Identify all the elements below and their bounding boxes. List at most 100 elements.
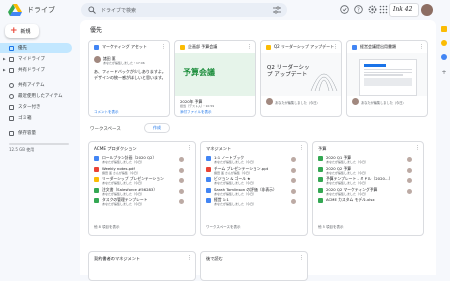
card-meta: あなたが編集しました（今日） <box>361 101 406 105</box>
list-item[interactable]: 2020 Q1 予算 あなたが編集しました（今日） <box>318 155 420 166</box>
keep-icon[interactable] <box>441 40 447 46</box>
list-item[interactable]: Sarah Tomlinson の評価（非表示） あなたが編集しました（今日） <box>206 187 304 198</box>
help-icon[interactable]: ? <box>354 5 363 14</box>
sidebar-item-recent[interactable]: 最近使用したアイテム <box>0 91 78 101</box>
workspace-card[interactable]: 後で読む ⋮ <box>200 251 308 281</box>
avatar <box>352 98 359 105</box>
workspace-title: 予算 <box>318 146 327 151</box>
more-options-icon[interactable]: ⋮ <box>333 44 338 50</box>
list-item[interactable]: ACME カスタム モデル.xlsx <box>318 197 420 208</box>
new-button[interactable]: + 新規 <box>5 24 39 38</box>
plus-icon: + <box>10 25 18 36</box>
view-comments-link[interactable]: コメントを表示 <box>94 110 119 115</box>
more-options-icon[interactable]: ⋮ <box>419 44 424 50</box>
more-options-icon[interactable]: ⋮ <box>299 145 304 151</box>
add-addon-icon[interactable]: + <box>441 70 447 76</box>
show-more-link[interactable]: ワークスペースを表示 <box>206 225 240 230</box>
avatar <box>291 167 296 173</box>
sidebar-item-trash[interactable]: ゴミ箱 <box>0 113 78 123</box>
file-icon <box>94 156 99 161</box>
sidebar-item-label: マイドライブ <box>18 57 45 62</box>
sidebar-item-storage[interactable]: 保存容量 <box>0 128 78 138</box>
more-options-icon[interactable]: ⋮ <box>415 145 420 151</box>
file-meta: あなたが編集しました（今日） <box>214 191 257 196</box>
calendar-icon[interactable] <box>441 26 447 32</box>
priority-card[interactable]: 経営会議提出用書類 ⋮ あなたが編集しました（今日） <box>346 40 428 117</box>
avatar <box>407 167 412 173</box>
more-options-icon[interactable]: ⋮ <box>187 145 192 151</box>
sidebar-item-priority[interactable]: 優先 <box>0 43 72 53</box>
docs-icon <box>206 187 211 193</box>
list-item[interactable]: ビジョン & ゴール ★ あなたが編集しました（今日） <box>206 176 304 187</box>
settings-gear-icon[interactable] <box>368 5 377 14</box>
more-options-icon[interactable]: ⋮ <box>299 255 304 261</box>
search-box[interactable]: ドライブで検索 <box>81 3 287 17</box>
main-content: 優先 マーケティング アセット ⋮ 諸田 薫 あなたが編集しました・17:06 あ… <box>80 20 436 281</box>
docs-icon <box>206 177 211 182</box>
priority-card[interactable]: Q2 リーダーシップ アップデート ⋮ Q2 リーダーシップ アップデート あなた… <box>260 40 342 117</box>
workspace-card[interactable]: 予算 ⋮ 2020 Q1 予算 あなたが編集しました（今日） 2020 Q2 予算… <box>312 141 424 236</box>
powerpoint-icon <box>206 166 211 172</box>
card-meta: 担当（デスト入）・10:59 <box>180 104 215 108</box>
more-options-icon[interactable]: ⋮ <box>247 44 252 50</box>
tasks-icon[interactable] <box>441 54 447 60</box>
list-item[interactable]: 1:1 ノートブック あなたが編集しました（今日） <box>206 155 304 166</box>
sidebar-item-starred[interactable]: スター付き <box>0 102 78 112</box>
workspace-card[interactable]: マネジメント ⋮ 1:1 ノートブック あなたが編集しました（今日） チーム プレ… <box>200 141 308 236</box>
avatar <box>179 188 184 194</box>
expand-caret-icon[interactable]: ▶ <box>3 57 6 61</box>
offline-status-icon[interactable] <box>340 5 349 14</box>
cloud-icon <box>9 130 14 136</box>
view-attachment-link[interactable]: 添付ファイルを表示 <box>180 110 212 115</box>
list-item[interactable]: リーダーシップ プレゼンテーション あなたが編集しました（今日） <box>94 176 192 187</box>
sheets-icon <box>94 187 99 193</box>
workspace-title: ACME プロダクション <box>94 146 137 151</box>
list-item[interactable]: ロールプラン計画（2020 Q2） あなたが編集しました（今日） <box>94 155 192 166</box>
more-options-icon[interactable]: ⋮ <box>187 255 192 261</box>
expand-caret-icon[interactable]: ▶ <box>3 68 6 72</box>
list-item[interactable]: 予算テンプレート - ミドル（2020…） あなたが編集しました（今日） <box>318 176 420 187</box>
sidebar-nav: 優先 ▶ マイドライブ ▶ 共有ドライブ 共有アイテム 最近使用したアイテム スター… <box>0 43 78 139</box>
avatar <box>179 178 184 183</box>
sidebar-item-label: スター付き <box>18 105 41 110</box>
search-options-icon[interactable] <box>273 6 281 14</box>
workspaces-heading: ワークスペース <box>90 127 121 132</box>
list-item[interactable]: 2020 Q2 予算 あなたが編集しました（今日） <box>318 166 420 177</box>
docs-icon <box>206 198 211 203</box>
card-header: Q2 リーダーシップ アップデート ⋮ <box>261 41 341 53</box>
account-avatar[interactable] <box>421 4 433 16</box>
workspace-card[interactable]: 契約書者のマネジメント ⋮ <box>88 251 196 281</box>
avatar <box>291 188 296 194</box>
slides-icon <box>266 44 271 50</box>
priority-card[interactable]: マーケティング アセット ⋮ 諸田 薫 あなたが編集しました・17:06 あ、フィ… <box>88 40 170 117</box>
file-meta: あなたが編集しました（今日） <box>102 191 145 196</box>
list-item[interactable]: 注文書（Salesforce #56283） あなたが編集しました（今日） <box>94 187 192 198</box>
list-item[interactable]: 2020 Q2 マーケティング予算 あなたが編集しました（今日） <box>318 187 420 198</box>
document-page <box>359 59 417 96</box>
list-item[interactable]: タスクの管理テンプレート あなたが編集しました（今日） <box>94 197 192 208</box>
file-name: ACME カスタム モデル.xlsx <box>326 197 375 202</box>
search-input[interactable]: ドライブで検索 <box>101 7 136 14</box>
list-item[interactable]: 経営 1:1 あなたが編集しました（今日） <box>206 197 304 208</box>
file-preview: 予算会議 <box>175 53 255 96</box>
people-icon <box>9 82 14 88</box>
new-button-label: 新規 <box>20 28 31 35</box>
file-meta: あなたが編集しました（今日） <box>326 160 369 164</box>
section-heading-priority: 優先 <box>90 27 103 34</box>
create-workspace-button[interactable]: 作成 <box>144 123 170 133</box>
priority-card[interactable]: 企画部 予算会議 ⋮ 予算会議 2020年 予算 担当（デスト入）・10:59 添… <box>174 40 256 117</box>
search-icon[interactable] <box>88 6 96 14</box>
sidebar-item-my-drive[interactable]: ▶ マイドライブ <box>0 54 78 64</box>
show-more-link[interactable]: 他 5 項目を表示 <box>318 225 343 230</box>
apps-grid-icon[interactable] <box>379 5 388 14</box>
organization-logo[interactable]: Ink 42 <box>389 3 419 17</box>
show-more-link[interactable]: 他 8 項目を表示 <box>94 225 119 230</box>
workspace-card[interactable]: ACME プロダクション ⋮ ロールプラン計画（2020 Q2） あなたが編集しま… <box>88 141 196 236</box>
more-options-icon[interactable]: ⋮ <box>161 44 166 50</box>
sidebar-item-shared-with-me[interactable]: 共有アイテム <box>0 80 78 90</box>
list-item[interactable]: Weekly notes.pdf 諸田 薫 さんが編集（今日） <box>94 166 192 177</box>
list-item[interactable]: チーム プレゼンテーション.ppt 諸田 薫 さんが編集（今日） <box>206 166 304 177</box>
sidebar-item-shared-drives[interactable]: ▶ 共有ドライブ <box>0 65 78 75</box>
storage-text: 12.5 GB 使用 <box>9 147 35 152</box>
card-title: 経営会議提出用書類 <box>360 44 396 49</box>
